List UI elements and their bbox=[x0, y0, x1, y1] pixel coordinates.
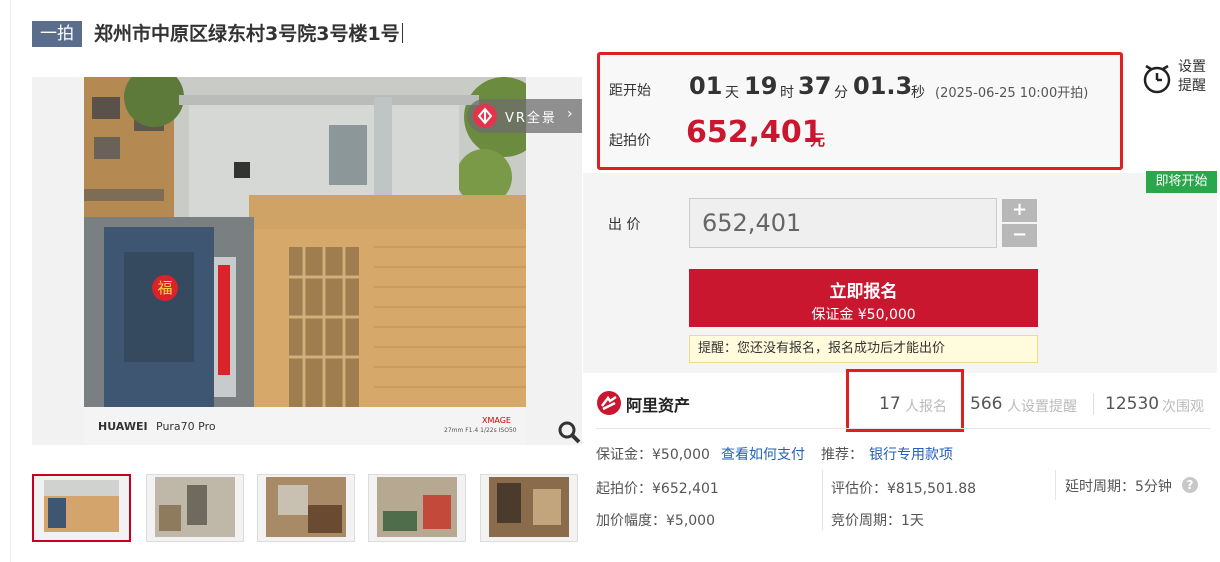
countdown-minutes-unit: 分 bbox=[834, 85, 848, 101]
help-icon[interactable]: ? bbox=[1182, 477, 1198, 493]
reminder-count-label: 人设置提醒 bbox=[1007, 399, 1077, 415]
bid-label: 出 价 bbox=[608, 217, 641, 233]
stats-divider bbox=[596, 428, 1210, 429]
page-title-text: 郑州市中原区绿东村3号院3号楼1号 bbox=[94, 23, 400, 45]
recommend-label: 推荐： bbox=[821, 447, 863, 463]
register-deposit-label: 保证金 ¥50,000 bbox=[811, 307, 916, 323]
vr-label: VR全景 bbox=[505, 111, 557, 126]
set-reminder-line1: 设置 bbox=[1178, 59, 1206, 75]
countdown-seconds-unit: 秒 bbox=[911, 85, 925, 101]
watermark-model: Pura70 Pro bbox=[156, 420, 216, 433]
left-border bbox=[10, 0, 11, 562]
watermark-xmage: XMAGE bbox=[482, 416, 511, 425]
deposit-info: 保证金：¥50,000 bbox=[596, 447, 710, 463]
countdown-hours: 19 bbox=[744, 72, 778, 100]
starting-price-value: 652,401 bbox=[686, 115, 823, 150]
countdown-days-unit: 天 bbox=[725, 85, 739, 101]
text-caret bbox=[401, 23, 403, 43]
reminder-count: 566 bbox=[970, 394, 1003, 414]
set-reminder-link[interactable]: 设置 提醒 bbox=[1178, 58, 1206, 96]
register-now-button[interactable]: 立即报名 保证金 ¥50,000 bbox=[689, 269, 1038, 327]
vr-panorama-button[interactable]: VR全景 › bbox=[467, 99, 582, 133]
countdown-hours-unit: 时 bbox=[780, 85, 794, 101]
thumbnail-4[interactable] bbox=[368, 474, 466, 542]
countdown-seconds: 01.3 bbox=[853, 72, 913, 100]
detail-separator bbox=[822, 470, 823, 530]
how-to-pay-link[interactable]: 查看如何支付 bbox=[721, 444, 805, 464]
fu-decoration: 福 bbox=[152, 275, 178, 301]
page-title: 郑州市中原区绿东村3号院3号楼1号 bbox=[94, 18, 403, 50]
register-tip: 提醒：您还没有报名，报名成功后才能出价 bbox=[689, 335, 1038, 363]
house-illustration bbox=[84, 77, 526, 445]
watermark-params: 27mm F1.4 1/22s ISO50 bbox=[444, 427, 517, 434]
chevron-right-icon: › bbox=[567, 106, 573, 122]
start-time-note: (2025-06-25 10:00开拍) bbox=[935, 86, 1089, 101]
delay-period-info: 延时周期：5分钟 bbox=[1065, 479, 1172, 495]
vr-icon bbox=[473, 104, 497, 128]
watermark-brand: HUAWEI bbox=[98, 420, 148, 433]
increment-info: 加价幅度：¥5,000 bbox=[596, 513, 715, 529]
bid-period-info: 竞价周期：1天 bbox=[831, 513, 924, 529]
decrease-bid-button[interactable]: − bbox=[1002, 224, 1037, 247]
appraisal-info: 评估价：¥815,501.88 bbox=[831, 481, 977, 497]
countdown-minutes: 37 bbox=[798, 72, 832, 100]
ali-assets-logo-icon bbox=[597, 391, 621, 419]
thumbnail-3[interactable] bbox=[257, 474, 355, 542]
views-label: 次围观 bbox=[1162, 399, 1204, 415]
status-badge: 即将开始 bbox=[1146, 171, 1217, 193]
zoom-icon[interactable] bbox=[556, 419, 582, 445]
signup-highlight-box bbox=[846, 369, 964, 432]
platform-name: 阿里资产 bbox=[626, 396, 691, 415]
starting-price-unit: 元 bbox=[810, 131, 826, 149]
countdown-box: 距开始 01 天 19 时 37 分 01.3 秒 (2025-06-25 10… bbox=[597, 52, 1123, 170]
increase-bid-button[interactable]: + bbox=[1002, 199, 1037, 222]
register-now-label: 立即报名 bbox=[829, 282, 898, 302]
views-count: 12530 bbox=[1105, 394, 1160, 414]
countdown-days: 01 bbox=[689, 72, 723, 100]
set-reminder-line2: 提醒 bbox=[1178, 78, 1206, 94]
thumbnail-2[interactable] bbox=[146, 474, 244, 542]
photo-scene bbox=[84, 77, 526, 445]
stat-separator bbox=[1093, 393, 1094, 415]
bid-input[interactable]: 652,401 bbox=[689, 198, 997, 248]
countdown-label: 距开始 bbox=[609, 83, 651, 99]
thumbnail-1[interactable] bbox=[32, 474, 131, 542]
auction-round-tag: 一拍 bbox=[32, 21, 82, 47]
detail-separator bbox=[1055, 470, 1056, 500]
start-price-info: 起拍价：¥652,401 bbox=[596, 481, 719, 497]
starting-price-label: 起拍价 bbox=[609, 133, 651, 149]
alarm-clock-icon[interactable] bbox=[1141, 60, 1173, 100]
thumbnail-5[interactable] bbox=[480, 474, 578, 542]
bank-funds-link[interactable]: 银行专用款项 bbox=[869, 444, 953, 464]
